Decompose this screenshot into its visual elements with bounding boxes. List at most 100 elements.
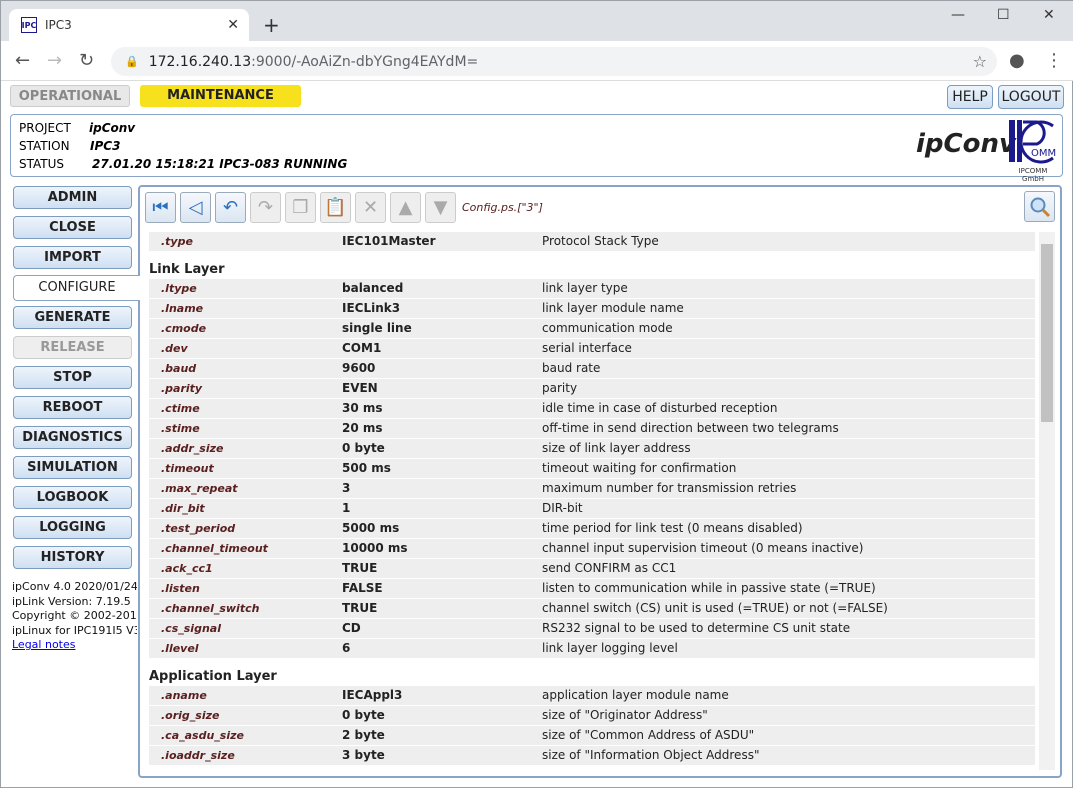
param-description: Protocol Stack Type [542,234,659,248]
config-row[interactable]: .channel_timeout 10000 ms channel input su… [149,539,1035,558]
sidebar-configure-button[interactable]: CONFIGURE [13,275,140,301]
config-row[interactable]: .aname IECAppl3 application layer module n… [149,686,1035,705]
param-description: application layer module name [542,688,729,702]
menu-icon[interactable]: ⋮ [1045,50,1063,71]
sidebar-close-button[interactable]: CLOSE [13,216,132,239]
param-value: 2 byte [342,728,385,742]
param-value: IECLink3 [342,301,401,315]
delete-icon: ✕ [355,192,386,223]
param-value: 10000 ms [342,541,408,555]
param-name: .type [161,235,193,248]
param-value: CD [342,621,361,635]
minimize-icon[interactable]: — [951,7,965,23]
config-row[interactable]: .llevel 6 link layer logging level [149,639,1035,658]
config-row[interactable]: .timeout 500 ms timeout waiting for confir… [149,459,1035,478]
config-row[interactable]: .ioaddr_size 3 byte size of "Information O… [149,746,1035,765]
config-row[interactable]: .lname IECLink3 link layer module name [149,299,1035,318]
param-name: .baud [161,362,197,375]
config-row[interactable]: .max_repeat 3 maximum number for transmiss… [149,479,1035,498]
bookmark-star-icon[interactable]: ☆ [973,52,987,71]
param-name: .llevel [161,642,199,655]
close-tab-icon[interactable]: ✕ [227,17,239,33]
search-icon[interactable] [1024,191,1055,222]
address-bar: ← → ↻ 🔒 172.16.240.13:9000/-AoAiZn-dbYGn… [1,41,1073,81]
scrollbar[interactable] [1039,232,1055,770]
legal-notes-link[interactable]: Legal notes [12,638,76,651]
param-name: .test_period [161,522,236,535]
config-row[interactable]: .stime 20 ms off-time in send direction be… [149,419,1035,438]
param-description: off-time in send direction between two t… [542,421,839,435]
sidebar-import-button[interactable]: IMPORT [13,246,132,269]
config-row[interactable]: .test_period 5000 ms time period for link … [149,519,1035,538]
browser-tab[interactable]: IPC IPC3 ✕ [9,9,249,41]
sidebar-logbook-button[interactable]: LOGBOOK [13,486,132,509]
config-row[interactable]: .baud 9600 baud rate [149,359,1035,378]
sidebar-generate-button[interactable]: GENERATE [13,306,132,329]
param-name: .listen [161,582,200,595]
param-description: send CONFIRM as CC1 [542,561,677,575]
config-row[interactable]: .ltype balanced link layer type [149,279,1035,298]
config-row[interactable]: .parity EVEN parity [149,379,1035,398]
config-row[interactable]: .channel_switch TRUE channel switch (CS) u… [149,599,1035,618]
config-row[interactable]: .addr_size 0 byte size of link layer addre… [149,439,1035,458]
sidebar-simulation-button[interactable]: SIMULATION [13,456,132,479]
paste-icon: 📋 [320,192,351,223]
param-description: channel switch (CS) unit is used (=TRUE)… [542,601,888,615]
config-row[interactable]: .ack_cc1 TRUE send CONFIRM as CC1 [149,559,1035,578]
param-value: 30 ms [342,401,383,415]
param-value: 5000 ms [342,521,400,535]
param-description: parity [542,381,578,395]
param-value: TRUE [342,561,378,575]
logo-company: IPCOMM GmbH [1018,167,1048,183]
param-value: 3 byte [342,748,385,762]
new-tab-icon[interactable]: + [263,13,280,37]
config-row[interactable]: .cs_signal CD RS232 signal to be used to d… [149,619,1035,638]
lock-icon: 🔒 [125,55,139,68]
undo-icon[interactable]: ↶ [215,192,246,223]
config-row[interactable]: .type IEC101Master Protocol Stack Type [149,232,1035,251]
config-row[interactable]: .cmode single line communication mode [149,319,1035,338]
first-icon[interactable]: ⏮ [145,192,176,223]
url-input[interactable]: 🔒 172.16.240.13:9000/-AoAiZn-dbYGng4EAYd… [111,47,997,76]
param-name: .ltype [161,282,197,295]
sidebar-logging-button[interactable]: LOGGING [13,516,132,539]
config-row[interactable]: .orig_size 0 byte size of "Originator Addr… [149,706,1035,725]
version-info: ipConv 4.0 2020/01/24 / I ipLink Version… [12,580,137,653]
logout-button[interactable]: LOGOUT [998,85,1064,109]
operational-mode-button[interactable]: OPERATIONAL [10,85,130,107]
param-description: link layer logging level [542,641,678,655]
status-value: 27.01.20 15:18:21 IPC3-083 RUNNING [92,157,348,171]
account-icon[interactable]: ● [1009,50,1025,71]
param-name: .aname [161,689,207,702]
param-value: IEC101Master [342,234,436,248]
config-row[interactable]: .ctime 30 ms idle time in case of disturbe… [149,399,1035,418]
config-row[interactable]: .listen FALSE listen to communication whil… [149,579,1035,598]
config-row[interactable]: .dev COM1 serial interface [149,339,1035,358]
copyright-line: Copyright © 2002-2019 IP [12,609,137,622]
section-heading: Application Layer [149,669,277,684]
param-name: .cs_signal [161,622,221,635]
sidebar-reboot-button[interactable]: REBOOT [13,396,132,419]
param-description: link layer type [542,281,628,295]
close-window-icon[interactable]: ✕ [1043,7,1055,23]
back-icon[interactable]: ◁ [180,192,211,223]
scrollbar-thumb[interactable] [1041,244,1053,422]
reload-icon[interactable]: ↻ [79,50,94,71]
sidebar-history-button[interactable]: HISTORY [13,546,132,569]
config-row[interactable]: .ca_asdu_size 2 byte size of "Common Addre… [149,726,1035,745]
sidebar-diagnostics-button[interactable]: DIAGNOSTICS [13,426,132,449]
maintenance-mode-button[interactable]: MAINTENANCE [140,85,301,107]
help-button[interactable]: HELP [947,85,993,109]
param-value: TRUE [342,601,378,615]
back-icon[interactable]: ← [15,50,30,71]
param-name: .channel_switch [161,602,260,615]
maximize-icon[interactable]: ☐ [997,7,1010,23]
config-row[interactable]: .dir_bit 1 DIR-bit [149,499,1035,518]
sidebar-admin-button[interactable]: ADMIN [13,186,132,209]
param-name: .orig_size [161,709,220,722]
section-heading: Link Layer [149,262,225,277]
browser-tab-bar: IPC IPC3 ✕ + — ☐ ✕ [1,1,1073,41]
forward-icon[interactable]: → [47,50,62,71]
param-description: RS232 signal to be used to determine CS … [542,621,851,635]
sidebar-stop-button[interactable]: STOP [13,366,132,389]
